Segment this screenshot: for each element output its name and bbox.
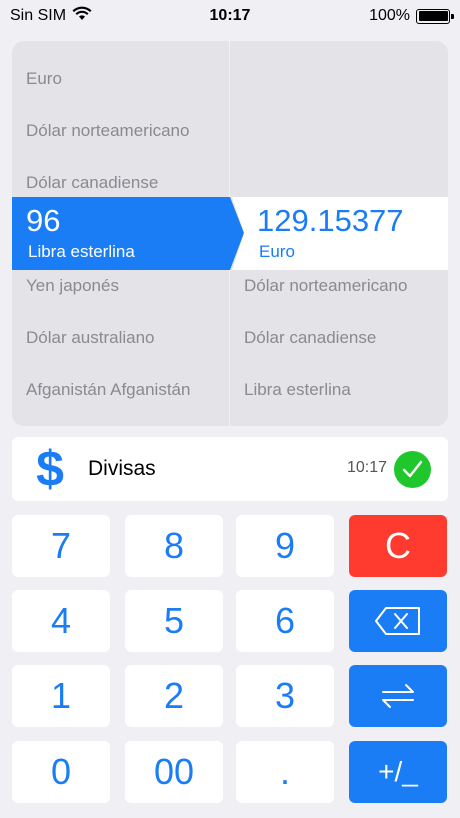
to-amount: 129.15377 <box>257 203 404 238</box>
key-8[interactable]: 8 <box>125 515 223 577</box>
status-right: 100% <box>369 7 454 25</box>
key-1[interactable]: 1 <box>12 665 110 727</box>
left-picker-item[interactable]: Dólar norteamericano <box>26 105 226 157</box>
sign-toggle-button[interactable]: +/_ <box>349 741 447 803</box>
left-picker-item[interactable]: Dólar australiano <box>26 312 226 364</box>
swap-button[interactable] <box>349 665 447 727</box>
currency-picker[interactable]: Euro Dólar norteamericano Dólar canadien… <box>12 41 448 426</box>
right-picker-item[interactable]: Dólar norteamericano <box>244 260 444 312</box>
category-label: Divisas <box>88 457 156 480</box>
category-bar[interactable]: $ Divisas 10:17 <box>12 437 448 501</box>
from-currency-name: Libra esterlina <box>28 242 135 261</box>
key-00[interactable]: 00 <box>125 741 223 803</box>
backspace-icon <box>375 607 420 635</box>
key-0[interactable]: 0 <box>12 741 110 803</box>
to-currency-name: Euro <box>259 242 295 261</box>
right-picker-item[interactable]: Libra esterlina <box>244 364 444 416</box>
key-4[interactable]: 4 <box>12 590 110 652</box>
status-bar: Sin SIM 10:17 100% <box>0 0 460 32</box>
left-picker-item[interactable]: Afganistán Afganistán <box>26 364 226 416</box>
status-left: Sin SIM <box>10 6 92 26</box>
dollar-icon: $ <box>36 441 64 497</box>
key-9[interactable]: 9 <box>236 515 334 577</box>
clear-button[interactable]: C <box>349 515 447 577</box>
left-picker-item[interactable]: Euro <box>26 53 226 105</box>
swap-icon <box>382 684 414 708</box>
backspace-button[interactable] <box>349 590 447 652</box>
wifi-icon <box>72 6 92 26</box>
key-6[interactable]: 6 <box>236 590 334 652</box>
key-3[interactable]: 3 <box>236 665 334 727</box>
battery-icon <box>416 8 454 24</box>
update-time: 10:17 <box>347 459 388 476</box>
key-5[interactable]: 5 <box>125 590 223 652</box>
battery-percent: 100% <box>369 7 410 24</box>
key-dot[interactable]: . <box>236 741 334 803</box>
left-picker-item[interactable]: Yen japonés <box>26 260 226 312</box>
check-icon <box>394 451 431 488</box>
right-picker-item[interactable]: Dólar canadiense <box>244 312 444 364</box>
carrier-label: Sin SIM <box>10 7 67 24</box>
from-amount: 96 <box>26 203 61 238</box>
key-7[interactable]: 7 <box>12 515 110 577</box>
key-2[interactable]: 2 <box>125 665 223 727</box>
